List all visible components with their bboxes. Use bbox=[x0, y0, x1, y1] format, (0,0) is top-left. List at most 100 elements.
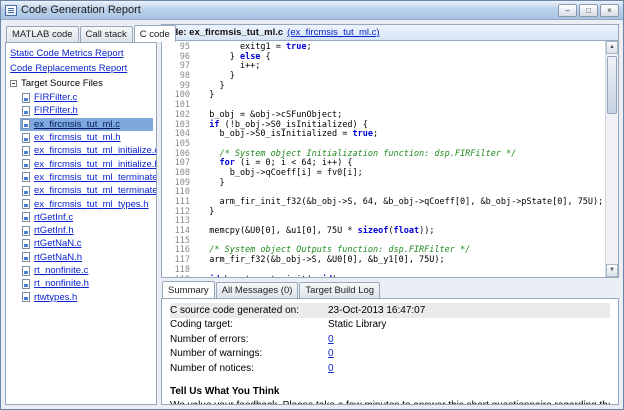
code-token: b_obj->S0_isInitialized = bbox=[199, 129, 353, 139]
summary-label: Coding target: bbox=[170, 319, 328, 330]
code-text: void b_not_empty_init(void) bbox=[199, 276, 337, 278]
code-line: 119 void b_not_empty_init(void) bbox=[162, 276, 605, 278]
scroll-up-icon[interactable]: ▲ bbox=[606, 41, 618, 54]
summary-value[interactable]: 0 bbox=[328, 334, 334, 345]
left-tab-bar: MATLAB codeCall stackC code bbox=[5, 24, 157, 42]
source-file-tree: FIRFilter.c FIRFilter.h ex_fircmsis_tut_ml… bbox=[9, 91, 153, 304]
tree-item-ex-fircmsis-tut-ml-initialize-h[interactable]: ex_fircmsis_tut_ml_initialize.h bbox=[20, 157, 153, 170]
code-token: } bbox=[199, 71, 235, 81]
code-generation-report-window: Code Generation Report – □ × MATLAB code… bbox=[0, 0, 624, 410]
file-name: ex_fircmsis_tut_ml.h bbox=[34, 132, 121, 143]
file-icon bbox=[22, 199, 30, 209]
report-links: Static Code Metrics Report Code Replaceme… bbox=[9, 48, 153, 74]
scrollbar-thumb[interactable] bbox=[607, 56, 617, 114]
summary-rows: C source code generated on:23-Oct-2013 1… bbox=[170, 303, 610, 376]
tree-root-label: Target Source Files bbox=[21, 78, 103, 89]
summary-value[interactable]: 0 bbox=[328, 363, 334, 374]
code-line: 109 } bbox=[162, 179, 605, 189]
static-code-metrics-report-link[interactable]: Static Code Metrics Report bbox=[10, 48, 152, 59]
collapse-icon[interactable] bbox=[10, 80, 17, 87]
summary-value[interactable]: 0 bbox=[328, 348, 334, 359]
code-token: true bbox=[353, 129, 373, 139]
code-line: 100 } bbox=[162, 91, 605, 101]
file-name: rt_nonfinite.h bbox=[34, 278, 89, 289]
code-token: } bbox=[199, 90, 214, 100]
tree-item-rt-nonfinite-c[interactable]: rt_nonfinite.c bbox=[20, 264, 153, 277]
tree-item-rtgetinf-h[interactable]: rtGetInf.h bbox=[20, 224, 153, 237]
code-token: } bbox=[199, 178, 225, 188]
code-line: 98 } bbox=[162, 72, 605, 82]
tree-item-rtgetnan-h[interactable]: rtGetNaN.h bbox=[20, 251, 153, 264]
tree-item-firfilter-c[interactable]: FIRFilter.c bbox=[20, 91, 153, 104]
tab-target-build-log[interactable]: Target Build Log bbox=[299, 282, 380, 298]
tab-all-messages-0[interactable]: All Messages (0) bbox=[216, 282, 299, 298]
file-name: FIRFilter.h bbox=[34, 105, 78, 116]
tree-item-rtgetinf-c[interactable]: rtGetInf.c bbox=[20, 211, 153, 224]
summary-row-c-source-code-generated-on: C source code generated on:23-Oct-2013 1… bbox=[170, 303, 610, 318]
tab-matlab-code[interactable]: MATLAB code bbox=[6, 26, 79, 42]
code-token bbox=[199, 158, 219, 168]
file-name: ex_fircmsis_tut_ml_initialize.c bbox=[34, 145, 157, 156]
code-text: memcpy(&U0[0], &u1[0], 75U * sizeof(floa… bbox=[199, 227, 434, 237]
file-icon bbox=[22, 252, 30, 262]
file-name: FIRFilter.c bbox=[34, 92, 77, 103]
title-bar: Code Generation Report – □ × bbox=[1, 1, 623, 20]
file-name: ex_fircmsis_tut_ml_initialize.h bbox=[34, 159, 157, 170]
tree-item-ex-fircmsis-tut-ml-terminate-h[interactable]: ex_fircmsis_tut_ml_terminate.h bbox=[20, 184, 153, 197]
feedback-section: Tell Us What You Think We value your fee… bbox=[170, 386, 610, 406]
code-token: arm_fir_f32(&b_obj->S, &U0[0], &b_y1[0],… bbox=[199, 255, 445, 265]
file-name: rtGetInf.c bbox=[34, 212, 73, 223]
tree-item-firfilter-h[interactable]: FIRFilter.h bbox=[20, 104, 153, 117]
code-token: exitg1 = bbox=[199, 42, 286, 52]
feedback-text: We value your feedback. Please take a fe… bbox=[170, 400, 610, 406]
minimize-button-icon[interactable]: – bbox=[558, 4, 577, 17]
code-text: } bbox=[199, 91, 214, 101]
tab-c-code[interactable]: C code bbox=[134, 25, 176, 42]
maximize-button-icon[interactable]: □ bbox=[579, 4, 598, 17]
file-icon bbox=[22, 172, 30, 182]
code-token: } bbox=[199, 81, 225, 91]
tree-root-target-source-files[interactable]: Target Source Files bbox=[10, 78, 153, 89]
file-icon bbox=[22, 292, 30, 302]
code-token: } bbox=[199, 52, 240, 62]
tree-item-ex-fircmsis-tut-ml-terminate-c[interactable]: ex_fircmsis_tut_ml_terminate.c bbox=[20, 171, 153, 184]
right-column: File: ex_fircmsis_tut_ml.c (ex_fircmsis_… bbox=[161, 24, 619, 405]
code-line: 99 } bbox=[162, 82, 605, 92]
tab-call-stack[interactable]: Call stack bbox=[80, 26, 133, 42]
code-text: b_obj->S0_isInitialized = true; bbox=[199, 130, 378, 140]
code-token: ; bbox=[306, 42, 311, 52]
code-token: memcpy(&U0[0], &u1[0], 75U * bbox=[199, 226, 358, 236]
tree-item-rtwtypes-h[interactable]: rtwtypes.h bbox=[20, 290, 153, 303]
line-number: 119 bbox=[162, 276, 190, 278]
file-header-link[interactable]: (ex_fircmsis_tut_ml.c) bbox=[287, 27, 379, 38]
file-icon bbox=[22, 212, 30, 222]
summary-label: Number of notices: bbox=[170, 363, 328, 374]
code-text: arm_fir_f32(&b_obj->S, &U0[0], &b_y1[0],… bbox=[199, 256, 445, 266]
window-body: MATLAB codeCall stackC code Static Code … bbox=[1, 20, 623, 409]
code-replacements-report-link[interactable]: Code Replacements Report bbox=[10, 63, 152, 74]
scroll-down-icon[interactable]: ▼ bbox=[606, 264, 618, 277]
file-name: rtGetNaN.c bbox=[34, 238, 82, 249]
close-button-icon[interactable]: × bbox=[600, 4, 619, 17]
code-line: 117 arm_fir_f32(&b_obj->S, &U0[0], &b_y1… bbox=[162, 256, 605, 266]
tree-item-rt-nonfinite-h[interactable]: rt_nonfinite.h bbox=[20, 277, 153, 290]
tree-item-ex-fircmsis-tut-ml-initialize-c[interactable]: ex_fircmsis_tut_ml_initialize.c bbox=[20, 144, 153, 157]
code-token: { bbox=[260, 52, 270, 62]
code-text: } bbox=[199, 208, 214, 218]
summary-row-coding-target: Coding target:Static Library bbox=[170, 318, 610, 333]
tree-item-rtgetnan-c[interactable]: rtGetNaN.c bbox=[20, 237, 153, 250]
code-token: void bbox=[312, 275, 332, 278]
code-token: for bbox=[219, 158, 234, 168]
tree-item-ex-fircmsis-tut-ml-types-h[interactable]: ex_fircmsis_tut_ml_types.h bbox=[20, 197, 153, 210]
file-icon bbox=[22, 133, 30, 143]
code-token: sizeof bbox=[358, 226, 389, 236]
tree-item-ex-fircmsis-tut-ml-h[interactable]: ex_fircmsis_tut_ml.h bbox=[20, 131, 153, 144]
code-text: arm_fir_init_f32(&b_obj->S, 64, &b_obj->… bbox=[199, 198, 603, 208]
vertical-scrollbar[interactable]: ▲ ▼ bbox=[605, 41, 618, 277]
tree-item-ex-fircmsis-tut-ml-c[interactable]: ex_fircmsis_tut_ml.c bbox=[20, 118, 153, 131]
summary-value: Static Library bbox=[328, 319, 386, 330]
tab-summary[interactable]: Summary bbox=[162, 281, 215, 298]
file-header-bar: File: ex_fircmsis_tut_ml.c (ex_fircmsis_… bbox=[161, 24, 619, 41]
file-icon bbox=[22, 106, 30, 116]
file-icon bbox=[22, 159, 30, 169]
